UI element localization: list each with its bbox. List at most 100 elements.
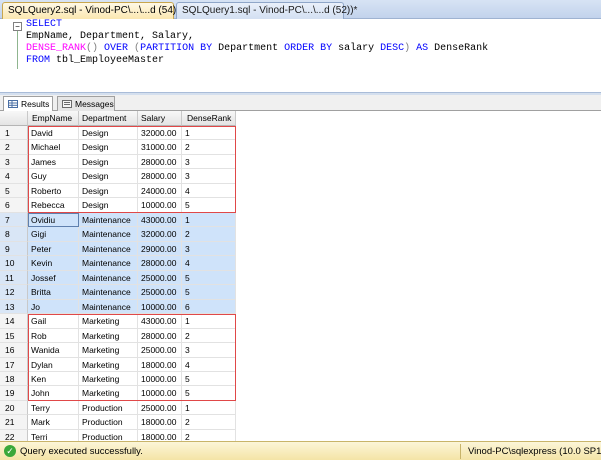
cell-denserank[interactable]: 5 <box>182 285 236 300</box>
cell-salary[interactable]: 28000.00 <box>138 256 182 271</box>
cell-department[interactable]: Marketing <box>79 357 138 372</box>
row-number[interactable]: 5 <box>0 183 28 199</box>
cell-department[interactable]: Production <box>79 400 138 416</box>
cell-salary[interactable]: 10000.00 <box>138 386 182 401</box>
row-number[interactable]: 14 <box>0 314 28 329</box>
cell-salary[interactable]: 25000.00 <box>138 285 182 300</box>
table-row[interactable]: 4 Guy Design 28000.00 3 <box>0 169 240 184</box>
cell-salary[interactable]: 18000.00 <box>138 429 182 441</box>
cell-denserank[interactable]: 1 <box>182 400 236 416</box>
cell-empname[interactable]: Kevin <box>28 256 79 271</box>
cell-empname[interactable]: Michael <box>28 140 79 155</box>
cell-department[interactable]: Production <box>79 415 138 430</box>
row-number-header[interactable] <box>0 111 28 126</box>
cell-empname[interactable]: Gail <box>28 314 79 329</box>
cell-denserank[interactable]: 2 <box>182 328 236 344</box>
cell-salary[interactable]: 32000.00 <box>138 227 182 242</box>
cell-empname[interactable]: Terry <box>28 400 79 416</box>
table-row[interactable]: 7 Ovidiu Maintenance 43000.00 1 <box>0 212 240 228</box>
cell-salary[interactable]: 18000.00 <box>138 357 182 372</box>
cell-denserank[interactable]: 5 <box>182 371 236 387</box>
table-row[interactable]: 14 Gail Marketing 43000.00 1 <box>0 314 240 329</box>
cell-empname[interactable]: Britta <box>28 285 79 300</box>
cell-salary[interactable]: 10000.00 <box>138 299 182 315</box>
cell-empname[interactable]: David <box>28 126 79 141</box>
cell-empname[interactable]: Terri <box>28 429 79 441</box>
cell-salary[interactable]: 25000.00 <box>138 270 182 286</box>
cell-denserank[interactable]: 5 <box>182 198 236 213</box>
cell-salary[interactable]: 29000.00 <box>138 241 182 257</box>
cell-denserank[interactable]: 2 <box>182 429 236 441</box>
table-row[interactable]: 9 Peter Maintenance 29000.00 3 <box>0 241 240 257</box>
table-row[interactable]: 1 David Design 32000.00 1 <box>0 126 240 141</box>
cell-empname[interactable]: Roberto <box>28 183 79 199</box>
tab-results[interactable]: Results <box>3 96 53 111</box>
cell-empname[interactable]: Ovidiu <box>28 212 79 228</box>
table-row[interactable]: 3 James Design 28000.00 3 <box>0 154 240 170</box>
row-number[interactable]: 12 <box>0 285 28 300</box>
table-row[interactable]: 20 Terry Production 25000.00 1 <box>0 400 240 416</box>
row-number[interactable]: 15 <box>0 328 28 344</box>
collapse-icon[interactable]: − <box>13 22 22 31</box>
cell-empname[interactable]: Rob <box>28 328 79 344</box>
cell-empname[interactable]: Peter <box>28 241 79 257</box>
cell-empname[interactable]: Dylan <box>28 357 79 372</box>
cell-department[interactable]: Marketing <box>79 328 138 344</box>
cell-department[interactable]: Design <box>79 169 138 184</box>
row-number[interactable]: 1 <box>0 126 28 141</box>
cell-department[interactable]: Marketing <box>79 343 138 358</box>
table-row[interactable]: 12 Britta Maintenance 25000.00 5 <box>0 285 240 300</box>
cell-denserank[interactable]: 4 <box>182 183 236 199</box>
cell-denserank[interactable]: 2 <box>182 227 236 242</box>
cell-empname[interactable]: Wanida <box>28 343 79 358</box>
column-header-department[interactable]: Department <box>79 111 138 126</box>
cell-denserank[interactable]: 3 <box>182 343 236 358</box>
cell-department[interactable]: Maintenance <box>79 270 138 286</box>
cell-empname[interactable]: James <box>28 154 79 170</box>
cell-salary[interactable]: 24000.00 <box>138 183 182 199</box>
row-number[interactable]: 18 <box>0 371 28 387</box>
row-number[interactable]: 6 <box>0 198 28 213</box>
cell-denserank[interactable]: 1 <box>182 212 236 228</box>
table-row[interactable]: 17 Dylan Marketing 18000.00 4 <box>0 357 240 372</box>
row-number[interactable]: 19 <box>0 386 28 401</box>
cell-empname[interactable]: Jo <box>28 299 79 315</box>
cell-denserank[interactable]: 3 <box>182 154 236 170</box>
cell-denserank[interactable]: 5 <box>182 386 236 401</box>
cell-salary[interactable]: 43000.00 <box>138 314 182 329</box>
row-number[interactable]: 4 <box>0 169 28 184</box>
row-number[interactable]: 3 <box>0 154 28 170</box>
row-number[interactable]: 21 <box>0 415 28 430</box>
row-number[interactable]: 8 <box>0 227 28 242</box>
row-number[interactable]: 22 <box>0 429 28 441</box>
cell-denserank[interactable]: 4 <box>182 256 236 271</box>
column-header-empname[interactable]: EmpName <box>28 111 79 126</box>
cell-empname[interactable]: Gigi <box>28 227 79 242</box>
cell-department[interactable]: Maintenance <box>79 256 138 271</box>
cell-department[interactable]: Maintenance <box>79 212 138 228</box>
table-row[interactable]: 6 Rebecca Design 10000.00 5 <box>0 198 240 213</box>
cell-salary[interactable]: 10000.00 <box>138 371 182 387</box>
tab-sqlquery2[interactable]: SQLQuery2.sql - Vinod-PC\...\...d (54))* <box>2 2 183 19</box>
cell-department[interactable]: Design <box>79 140 138 155</box>
cell-denserank[interactable]: 6 <box>182 299 236 315</box>
cell-department[interactable]: Maintenance <box>79 285 138 300</box>
query-editor[interactable]: − SELECT EmpName, Department, Salary, DE… <box>0 19 601 92</box>
row-number[interactable]: 10 <box>0 256 28 271</box>
table-row[interactable]: 13 Jo Maintenance 10000.00 6 <box>0 299 240 315</box>
cell-empname[interactable]: Guy <box>28 169 79 184</box>
table-row[interactable]: 22 Terri Production 18000.00 2 <box>0 429 240 441</box>
table-row[interactable]: 5 Roberto Design 24000.00 4 <box>0 183 240 199</box>
cell-denserank[interactable]: 3 <box>182 241 236 257</box>
cell-department[interactable]: Design <box>79 154 138 170</box>
cell-denserank[interactable]: 3 <box>182 169 236 184</box>
results-grid[interactable]: EmpName Department Salary DenseRank 1 Dav… <box>0 111 601 441</box>
cell-salary[interactable]: 32000.00 <box>138 126 182 141</box>
cell-salary[interactable]: 18000.00 <box>138 415 182 430</box>
cell-empname[interactable]: John <box>28 386 79 401</box>
table-row[interactable]: 18 Ken Marketing 10000.00 5 <box>0 371 240 387</box>
cell-salary[interactable]: 31000.00 <box>138 140 182 155</box>
cell-department[interactable]: Marketing <box>79 371 138 387</box>
cell-department[interactable]: Maintenance <box>79 227 138 242</box>
cell-salary[interactable]: 43000.00 <box>138 212 182 228</box>
